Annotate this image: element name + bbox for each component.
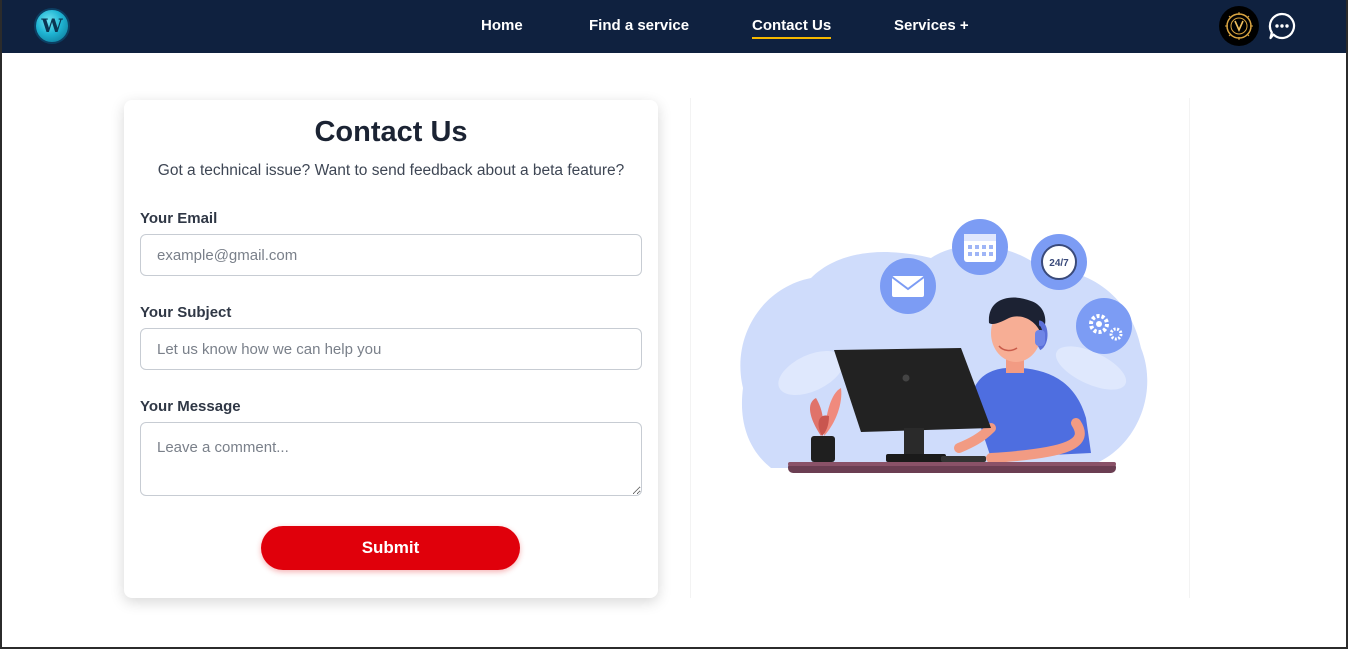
form-subtitle: Got a technical issue? Want to send feed…	[157, 162, 625, 179]
form-title: Contact Us	[314, 116, 468, 148]
message-field[interactable]	[140, 422, 642, 496]
contact-form-card: Contact Us Got a technical issue? Want t…	[124, 100, 658, 598]
support-illustration: 24/7	[690, 98, 1190, 598]
subject-label: Your Subject	[140, 304, 232, 321]
mail-icon	[880, 258, 936, 314]
subject-field[interactable]	[140, 328, 642, 370]
email-field[interactable]	[140, 234, 642, 276]
nav-link-contact-us[interactable]: Contact Us	[752, 17, 832, 39]
calendar-icon	[952, 219, 1008, 275]
submit-button[interactable]: Submit	[261, 526, 520, 570]
message-label: Your Message	[140, 398, 241, 415]
nav-links: Home Find a service Contact Us Services …	[2, 0, 1346, 53]
nav-link-find-service[interactable]: Find a service	[589, 17, 689, 34]
email-label: Your Email	[140, 210, 218, 227]
top-navbar: W Home Find a service Contact Us Service…	[2, 0, 1346, 53]
badge-24-7-text: 24/7	[1049, 258, 1069, 269]
clock-24-7-icon: 24/7	[1031, 234, 1087, 290]
chat-icon[interactable]	[1268, 12, 1296, 40]
avatar-emblem-icon	[1225, 12, 1253, 40]
avatar[interactable]	[1219, 6, 1259, 46]
page: W Home Find a service Contact Us Service…	[2, 0, 1346, 647]
nav-link-services[interactable]: Services +	[894, 17, 969, 34]
nav-link-home[interactable]: Home	[481, 17, 523, 34]
gears-icon	[1076, 298, 1132, 354]
customer-support-illustration: 24/7	[740, 219, 1148, 473]
